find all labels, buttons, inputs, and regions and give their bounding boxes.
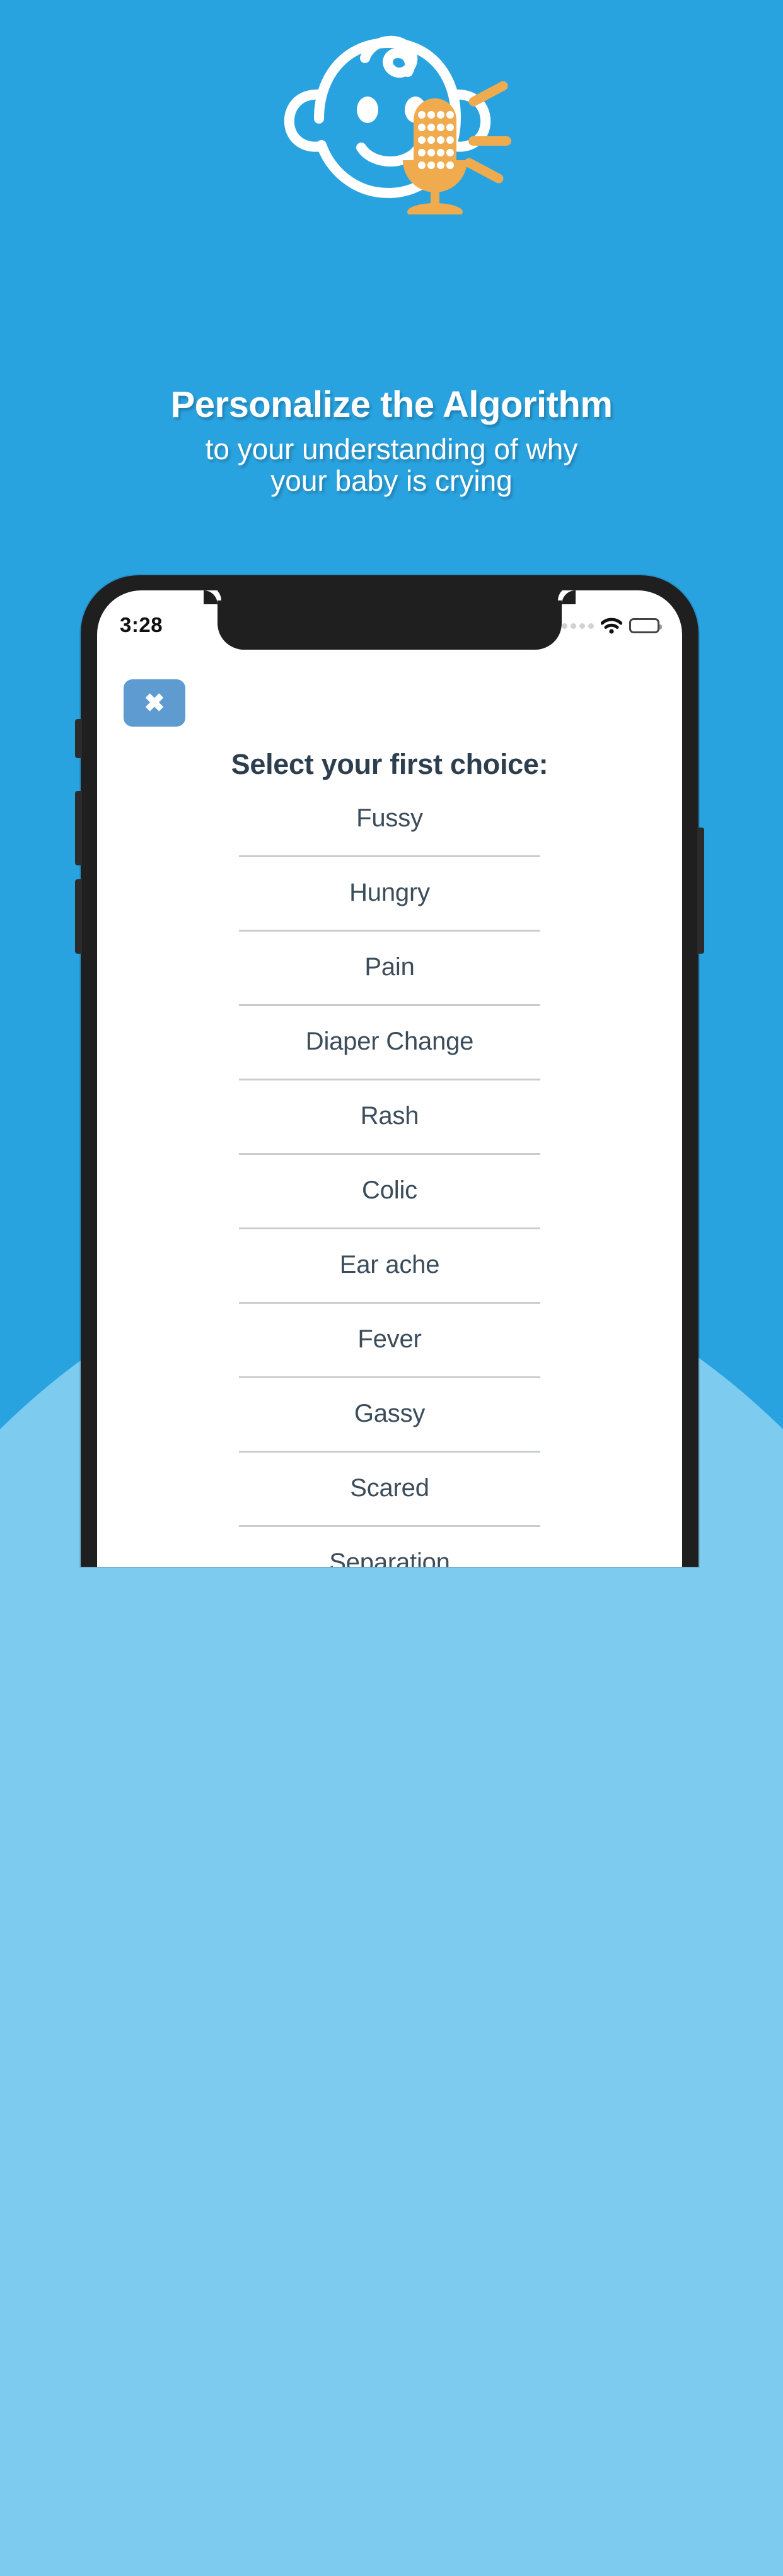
signal-dots-icon	[562, 623, 594, 629]
headline-subline-2: your baby is crying	[270, 464, 513, 498]
choice-label: Hungry	[349, 878, 430, 906]
choice-label: Gassy	[354, 1399, 426, 1427]
list-item[interactable]: Ear ache	[97, 1227, 682, 1302]
choice-label: Fussy	[356, 804, 423, 832]
choice-list: Fussy Hungry Pain Diaper Change Rash Col…	[97, 781, 682, 1567]
volume-up-button[interactable]	[75, 879, 82, 954]
choice-label: Ear ache	[339, 1250, 440, 1279]
list-item[interactable]: Rash	[97, 1079, 682, 1153]
list-item[interactable]: Separation	[97, 1525, 682, 1567]
choice-label: Diaper Change	[305, 1027, 474, 1055]
status-bar-time: 3:28	[120, 613, 163, 636]
battery-icon	[629, 618, 662, 633]
phone-mockup: 3:28 ✖ Select your first choice: Fussy H…	[75, 575, 704, 1567]
close-button[interactable]: ✖	[124, 679, 185, 727]
choice-label: Scared	[350, 1473, 429, 1502]
list-item[interactable]: Gassy	[97, 1376, 682, 1451]
list-item[interactable]: Hungry	[97, 855, 682, 930]
list-item[interactable]: Scared	[97, 1451, 682, 1525]
choice-label: Rash	[360, 1101, 419, 1130]
list-item[interactable]: Pain	[97, 930, 682, 1004]
choice-label: Separation	[329, 1548, 450, 1567]
list-item[interactable]: Colic	[97, 1153, 682, 1227]
list-item[interactable]: Diaper Change	[97, 1004, 682, 1079]
mute-switch[interactable]	[75, 719, 82, 758]
volume-down-button[interactable]	[75, 791, 82, 865]
list-item[interactable]: Fussy	[97, 781, 682, 855]
phone-screen: 3:28 ✖ Select your first choice: Fussy H…	[97, 590, 682, 1567]
choice-label: Fever	[357, 1325, 422, 1353]
wifi-icon	[601, 618, 622, 634]
status-bar: 3:28	[97, 590, 682, 650]
hero-headline-block: Personalize the Algorithm to your unders…	[0, 384, 783, 498]
headline-main: Personalize the Algorithm	[170, 384, 613, 425]
close-icon: ✖	[144, 689, 165, 717]
choice-label: Pain	[364, 952, 415, 981]
baby-face-with-microphone-icon	[0, 25, 783, 227]
choice-label: Colic	[362, 1176, 417, 1204]
list-item[interactable]: Fever	[97, 1302, 682, 1376]
power-button[interactable]	[697, 828, 704, 954]
app-content: ✖ Select your first choice: Fussy Hungry…	[97, 650, 682, 1567]
headline-subline-1: to your understanding of why	[205, 432, 578, 465]
